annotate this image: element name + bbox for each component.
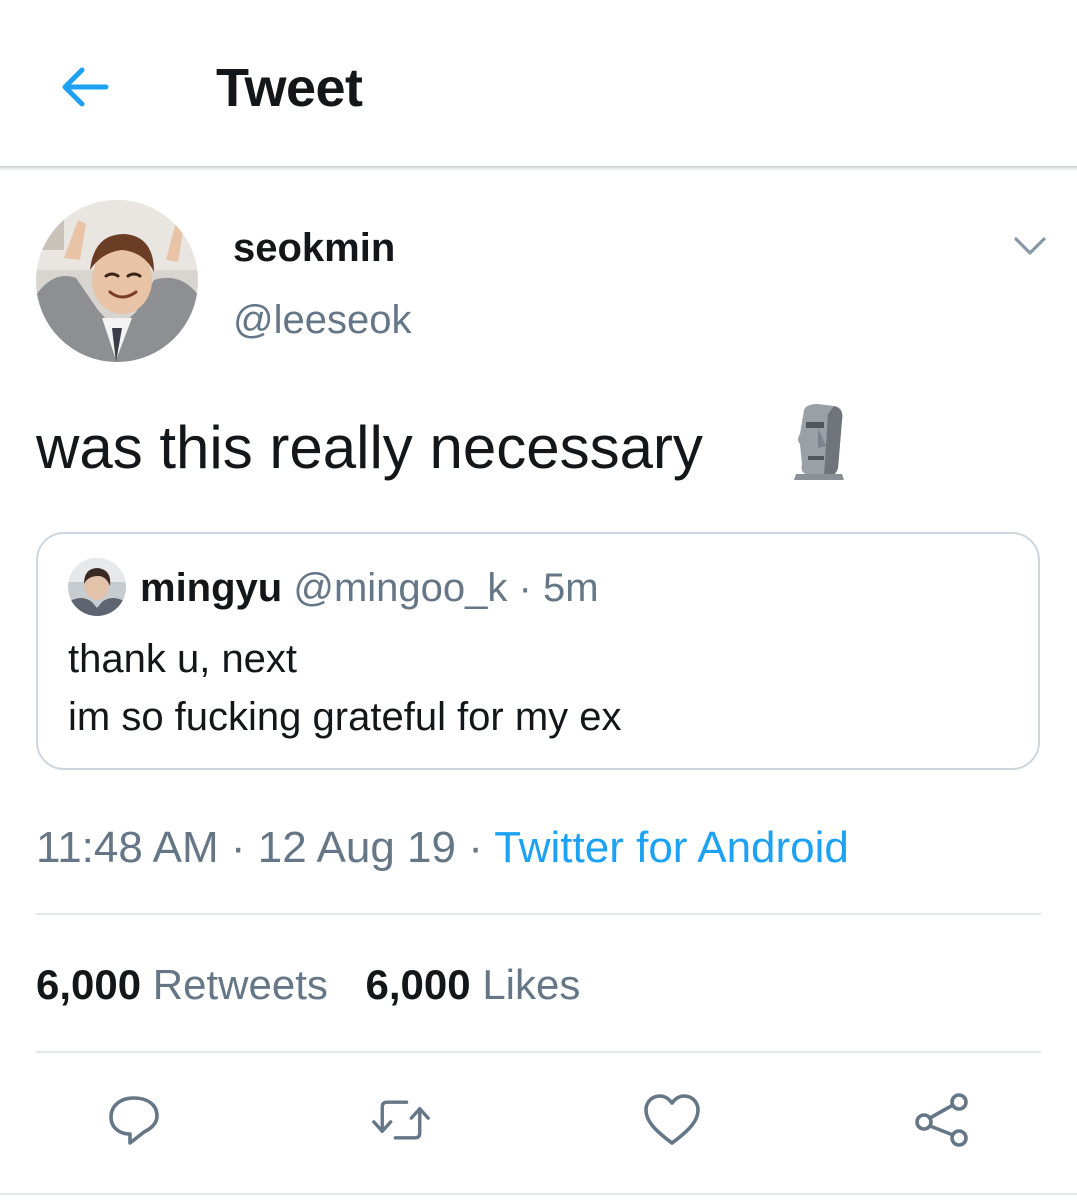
header-divider: [0, 166, 1077, 172]
quoted-header: mingyu @mingoo_k · 5m: [140, 564, 599, 612]
tweet-menu-button[interactable]: [1004, 224, 1056, 268]
avatar-image: [36, 200, 198, 362]
share-icon: [915, 1093, 968, 1147]
likes-count: 6,000: [365, 961, 471, 1008]
tweet-time: 11:48 AM: [36, 823, 219, 872]
arrow-left-icon: [62, 67, 109, 107]
tweet-text: was this really necessary: [36, 414, 703, 481]
back-button[interactable]: [52, 55, 116, 119]
tweet-stats: 6,000 Retweets 6,000 Likes: [36, 960, 580, 1010]
separator-dot: ·: [468, 823, 483, 872]
retweets-stat[interactable]: 6,000 Retweets: [36, 960, 328, 1010]
chevron-down-icon: [1014, 237, 1046, 255]
tweet-date: 12 Aug 19: [257, 823, 456, 872]
quoted-author-handle: @mingoo_k: [293, 566, 508, 610]
divider: [36, 913, 1041, 915]
divider: [36, 1051, 1041, 1053]
reply-icon: [109, 1096, 159, 1145]
quoted-author-name: mingyu: [140, 566, 283, 610]
divider: [0, 1193, 1077, 1195]
avatar[interactable]: [36, 200, 198, 362]
quoted-text-line: im so fucking grateful for my ex: [68, 695, 622, 739]
page-title: Tweet: [216, 58, 363, 118]
author-name[interactable]: seokmin: [233, 224, 395, 272]
like-icon: [644, 1094, 700, 1145]
tweet-meta: 11:48 AM · 12 Aug 19 · Twitter for Andro…: [36, 822, 849, 874]
retweets-count: 6,000: [36, 961, 142, 1008]
quoted-avatar-image: [68, 558, 126, 616]
retweet-button[interactable]: [371, 1090, 431, 1150]
separator-dot: ·: [230, 823, 246, 872]
separator-dot: ·: [518, 566, 532, 610]
tweet-source-link[interactable]: Twitter for Android: [494, 823, 849, 872]
top-app-bar: Tweet: [0, 0, 1077, 166]
like-button[interactable]: [642, 1090, 702, 1150]
quoted-timestamp: 5m: [542, 566, 599, 610]
quoted-text-line: thank u, next: [68, 637, 298, 681]
quoted-tweet-card[interactable]: mingyu @mingoo_k · 5m thank u, next im s…: [36, 532, 1040, 770]
reply-button[interactable]: [104, 1090, 164, 1150]
retweet-icon: [372, 1100, 430, 1140]
share-button[interactable]: [912, 1090, 972, 1150]
author-handle[interactable]: @leeseok: [233, 296, 411, 344]
quoted-avatar[interactable]: [68, 558, 126, 616]
likes-label: Likes: [482, 961, 581, 1008]
retweets-label: Retweets: [152, 961, 328, 1008]
quoted-text: thank u, next im so fucking grateful for…: [68, 630, 622, 746]
moai-emoji: [794, 404, 844, 480]
likes-stat[interactable]: 6,000 Likes: [366, 960, 581, 1010]
